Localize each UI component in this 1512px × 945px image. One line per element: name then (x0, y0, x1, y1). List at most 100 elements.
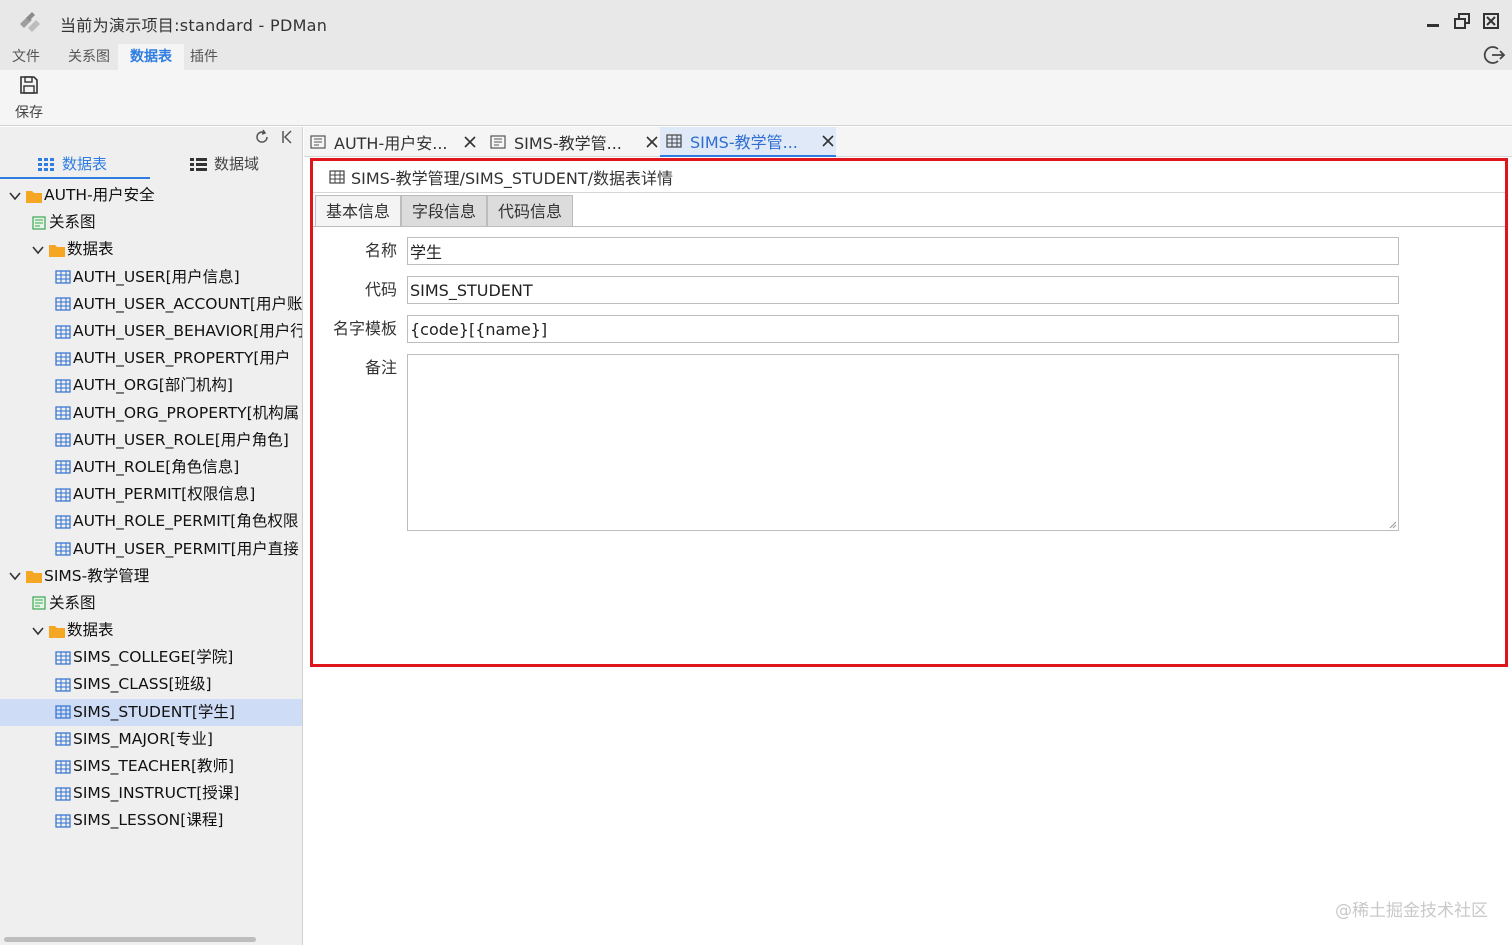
tab-datatable[interactable]: 数据表 (38, 149, 107, 179)
panel-header: SIMS-教学管理/SIMS_STUDENT/数据表详情 (313, 161, 1505, 193)
exit-icon[interactable] (1482, 42, 1508, 68)
folder-icon (26, 189, 42, 203)
save-icon (20, 76, 38, 94)
refresh-icon[interactable] (254, 129, 270, 145)
tree-table-item[interactable]: AUTH_ROLE[角色信息] (0, 454, 302, 481)
menu-plugin[interactable]: 插件 (184, 44, 224, 70)
tree-table-item[interactable]: AUTH_USER_ACCOUNT[用户账 (0, 291, 303, 318)
doc-tab-sims-diagram[interactable]: SIMS-教学管... (484, 127, 660, 157)
tab-code-info[interactable]: 代码信息 (487, 195, 574, 227)
tree-item-label: AUTH_PERMIT[权限信息] (73, 485, 256, 504)
tree-table-item[interactable]: SIMS_LESSON[课程] (0, 807, 302, 834)
tree-module[interactable]: SIMS-教学管理 (0, 563, 302, 590)
menu-file[interactable]: 文件 (6, 44, 46, 70)
tree-table-item[interactable]: SIMS_CLASS[班级] (0, 671, 302, 698)
tree-item-label: 数据表 (67, 240, 114, 259)
tree-item-label: AUTH_ROLE_PERMIT[角色权限 (73, 512, 299, 531)
name-template-label: 名字模板 (332, 319, 397, 338)
title-bar: 当前为演示项目:standard - PDMan (0, 0, 1512, 44)
remark-textarea[interactable] (407, 354, 1399, 531)
close-window-icon (1483, 13, 1499, 29)
tree-table-item[interactable]: SIMS_TEACHER[教师] (0, 753, 302, 780)
doc-tab-label: SIMS-教学管... (690, 133, 798, 152)
diagram-icon (490, 135, 506, 149)
menu-datatable[interactable]: 数据表 (118, 44, 184, 70)
sidebar-scrollbar[interactable] (4, 937, 256, 942)
tree-table-item[interactable]: AUTH_ORG_PROPERTY[机构属 (0, 400, 302, 427)
tab-datadomain[interactable]: 数据域 (190, 149, 259, 179)
doc-tab-auth-diagram[interactable]: AUTH-用户安... (304, 127, 484, 157)
tree-table-item[interactable]: AUTH_USER_PROPERTY[用户 (0, 345, 302, 372)
restore-button[interactable] (1451, 10, 1473, 32)
chevron-down-icon[interactable] (31, 243, 45, 257)
tree-folder[interactable]: 数据表 (0, 617, 302, 644)
table-icon (55, 270, 71, 284)
doc-tab-sims-student[interactable]: SIMS-教学管... (660, 127, 836, 157)
list-icon (190, 158, 207, 171)
close-tab-icon[interactable] (644, 134, 660, 150)
tab-datatable-label: 数据表 (62, 155, 108, 173)
name-label: 名称 (364, 241, 397, 260)
diagram-icon (31, 216, 47, 230)
tree-table-item[interactable]: AUTH_USER[用户信息] (0, 264, 302, 291)
active-tab-indicator (0, 177, 150, 179)
watermark: @稀土掘金技术社区 (1335, 901, 1488, 921)
tab-datadomain-label: 数据域 (214, 155, 260, 173)
remark-row: 备注 (313, 354, 1505, 531)
detail-subtabs: 基本信息 字段信息 代码信息 (315, 195, 574, 227)
tree-item-label: SIMS_CLASS[班级] (73, 675, 212, 694)
tab-basic-info[interactable]: 基本信息 (315, 195, 402, 227)
tree-table-item[interactable]: AUTH_USER_ROLE[用户角色] (0, 427, 302, 454)
table-icon (55, 433, 71, 447)
tree-table-item[interactable]: AUTH_ORG[部门机构] (0, 372, 302, 399)
chevron-down-icon[interactable] (8, 569, 22, 583)
collapse-sidebar-icon[interactable] (280, 129, 294, 145)
tree-item-label: 关系图 (49, 593, 96, 612)
table-icon (329, 169, 345, 184)
table-icon (55, 542, 71, 556)
tree-table-item[interactable]: AUTH_USER_BEHAVIOR[用户行 (0, 318, 303, 345)
table-icon (55, 297, 71, 311)
tree-folder[interactable]: 数据表 (0, 236, 302, 263)
tree-item-label: AUTH_USER[用户信息] (73, 267, 240, 286)
tree-diagram[interactable]: 关系图 (0, 590, 302, 617)
tree-diagram[interactable]: 关系图 (0, 209, 302, 236)
tree-table-item[interactable]: AUTH_USER_PERMIT[用户直接 (0, 535, 302, 562)
minimize-button[interactable] (1422, 10, 1444, 32)
diagram-icon (31, 596, 47, 611)
resize-grip-icon[interactable] (1389, 521, 1397, 529)
minimize-icon (1427, 24, 1439, 27)
tree-table-item[interactable]: SIMS_COLLEGE[学院] (0, 644, 302, 671)
name-template-field[interactable] (407, 315, 1399, 343)
tree-table-item[interactable]: AUTH_PERMIT[权限信息] (0, 481, 302, 508)
toolbar: 保存 (0, 70, 1512, 126)
tree-item-label: AUTH_USER_ACCOUNT[用户账 (73, 294, 303, 313)
tree-item-label: SIMS_MAJOR[专业] (73, 729, 213, 748)
close-window-button[interactable] (1480, 10, 1502, 32)
menu-diagram[interactable]: 关系图 (62, 44, 116, 70)
chevron-down-icon[interactable] (31, 624, 45, 638)
tree-item-label: 数据表 (67, 621, 114, 640)
tree-item-label: SIMS_STUDENT[学生] (73, 702, 235, 721)
tree-item-label: AUTH_ORG[部门机构] (73, 376, 233, 395)
tree-table-item[interactable]: SIMS_MAJOR[专业] (0, 726, 302, 753)
tree-item-label: AUTH_USER_BEHAVIOR[用户行 (73, 322, 303, 341)
doc-tab-label: AUTH-用户安... (334, 134, 448, 153)
table-icon (55, 406, 71, 420)
close-tab-icon[interactable] (820, 133, 836, 149)
app-logo-icon (20, 12, 40, 32)
tree-module[interactable]: AUTH-用户安全 (0, 182, 302, 209)
tree-item-label: SIMS_TEACHER[教师] (73, 757, 235, 776)
save-button[interactable]: 保存 (8, 74, 50, 124)
tree-table-item[interactable]: SIMS_INSTRUCT[授课] (0, 780, 302, 807)
table-icon (55, 488, 71, 502)
name-field[interactable] (407, 237, 1399, 265)
doc-tab-label: SIMS-教学管... (514, 134, 622, 153)
tab-field-info[interactable]: 字段信息 (401, 195, 488, 227)
tree-table-item[interactable]: SIMS_STUDENT[学生] (0, 698, 302, 726)
code-field[interactable] (407, 276, 1399, 304)
close-tab-icon[interactable] (462, 134, 478, 150)
tree-table-item[interactable]: AUTH_ROLE_PERMIT[角色权限 (0, 508, 302, 535)
chevron-down-icon[interactable] (8, 189, 22, 203)
subtab-divider (313, 226, 1505, 227)
